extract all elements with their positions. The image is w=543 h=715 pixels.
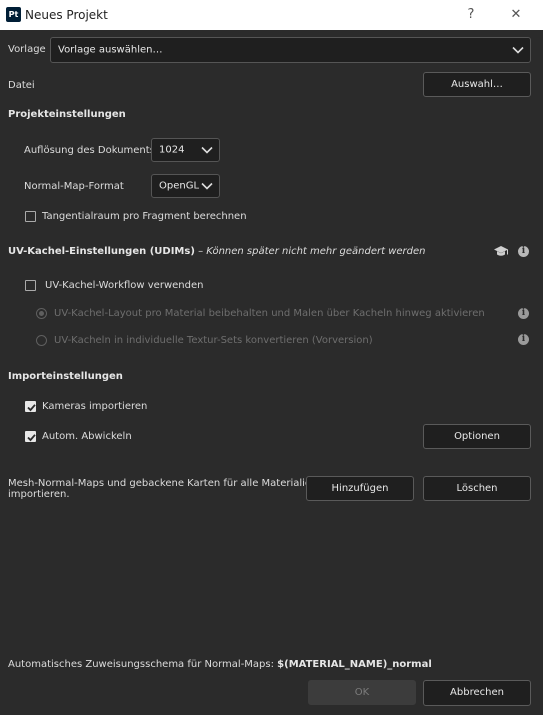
uv-tile-option-convert-radio[interactable] [36,335,47,346]
options-button[interactable]: Optionen [423,424,531,449]
chevron-down-icon [201,182,213,190]
tangent-space-label: Tangentialraum pro Fragment berechnen [42,211,247,222]
delete-maps-button[interactable]: Löschen [423,476,531,501]
resolution-dropdown[interactable]: 1024 [151,138,220,162]
help-button[interactable]: ? [461,5,481,25]
resolution-value: 1024 [159,144,185,156]
file-label: Datei [8,80,35,91]
normal-map-schema-label: Automatisches Zuweisungsschema für Norma… [8,659,274,670]
import-settings-heading: Importeinstellungen [8,371,123,382]
uv-tile-option-keep-layout-radio[interactable] [36,308,47,319]
uv-tile-heading-text: UV-Kachel-Einstellungen (UDIMs) [8,246,195,257]
painter-logo-icon: Pt [6,7,21,22]
mesh-maps-text-line2: importieren. [8,489,70,500]
normal-map-schema-value: $(MATERIAL_NAME)_normal [277,659,432,670]
mesh-maps-text-line1: Mesh-Normal-Maps und gebackene Karten fü… [8,478,318,489]
uv-tile-workflow-label: UV-Kachel-Workflow verwenden [45,280,204,291]
tangent-space-checkbox[interactable] [25,211,36,222]
chevron-down-icon [201,146,213,154]
convert-info-icon[interactable]: i [518,334,529,345]
normal-map-format-label: Normal-Map-Format [24,181,124,192]
close-icon[interactable]: ✕ [506,5,526,25]
graduation-cap-icon[interactable] [493,245,509,258]
template-dropdown[interactable]: Vorlage auswählen… [50,37,531,63]
normal-map-format-dropdown[interactable]: OpenGL [151,174,220,198]
import-cameras-label: Kameras importieren [42,401,148,412]
mesh-maps-description: Mesh-Normal-Maps und gebackene Karten fü… [8,478,317,500]
import-cameras-checkbox[interactable] [25,401,36,412]
uv-tile-note: Können später nicht mehr geändert werden [206,246,426,257]
cancel-button[interactable]: Abbrechen [423,680,531,706]
select-file-button[interactable]: Auswahl… [423,72,531,97]
ok-button[interactable]: OK [308,680,416,705]
uv-tile-heading-separator: – [194,246,207,257]
checkmark-icon [27,434,36,442]
resolution-label: Auflösung des Dokuments [24,145,155,156]
title-bar: Pt Neues Projekt ? ✕ [0,0,543,30]
checkmark-icon [27,404,36,412]
project-settings-heading: Projekteinstellungen [8,109,126,120]
uv-tile-workflow-checkbox[interactable] [25,280,36,291]
template-value: Vorlage auswählen… [58,44,163,56]
chevron-down-icon [512,46,524,54]
uv-tile-option-keep-layout-label: UV-Kachel-Layout pro Material beibehalte… [54,308,485,319]
window-title: Neues Projekt [25,8,108,22]
uv-tile-info-icon[interactable]: i [518,246,529,257]
auto-unwrap-checkbox[interactable] [25,431,36,442]
uv-tile-option-convert-label: UV-Kacheln in individuelle Textur-Sets k… [54,335,373,346]
keep-layout-info-icon[interactable]: i [518,308,529,319]
uv-tile-settings-heading: UV-Kachel-Einstellungen (UDIMs) – Können… [8,246,426,257]
normal-map-format-value: OpenGL [159,180,200,192]
template-label: Vorlage [8,44,46,55]
normal-map-schema: Automatisches Zuweisungsschema für Norma… [8,659,432,670]
add-maps-button[interactable]: Hinzufügen [306,476,414,501]
auto-unwrap-label: Autom. Abwickeln [42,431,132,442]
